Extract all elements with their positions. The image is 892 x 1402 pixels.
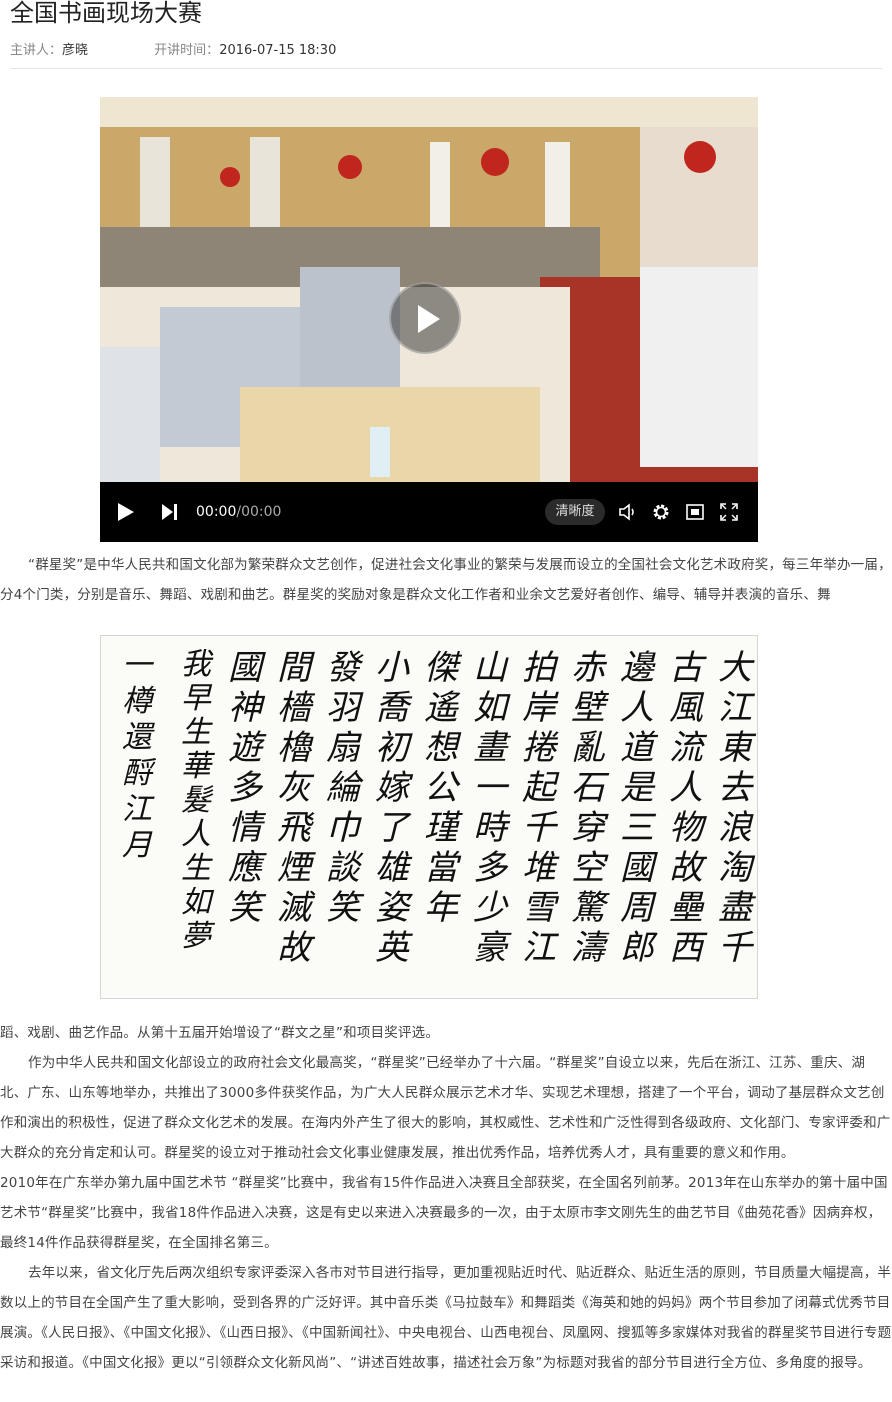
calligraphy-image: 大江東去浪淘盡千 古風流人物故壘西 邊人道是三國周郎 赤壁亂石穿空驚濤 拍岸捲起… [100, 635, 758, 999]
time-label: 开讲时间： [154, 43, 220, 58]
duration: /00:00 [236, 504, 282, 520]
calligraphy-column: 拍岸捲起千堆雪江 [522, 648, 556, 968]
article-paragraph: “群星奖”是中华人民共和国文化部为繁荣群众文艺创作，促进社会文化事业的繁荣与发展… [0, 557, 892, 603]
next-icon[interactable] [160, 503, 178, 521]
lecture-time: 2016-07-15 18:30 [219, 43, 337, 58]
calligraphy-column: 小喬初嫁了雄姿英 [375, 648, 409, 968]
calligraphy-column: 發羽扇綸巾談笑 [326, 648, 360, 928]
video-poster[interactable] [100, 97, 758, 482]
calligraphy-column: 山如畫一時多少豪 [473, 648, 507, 968]
lecture-meta: 主讲人：彦晓 开讲时间：2016-07-15 18:30 [10, 42, 336, 60]
picture-in-picture-icon[interactable] [684, 501, 706, 523]
article-paragraph: 去年以来，省文化厅先后两次组织专家评委深入各市对节目进行指导，更加重视贴近时代、… [0, 1265, 892, 1371]
speaker-name: 彦晓 [62, 43, 89, 58]
video-controls: 00:00/00:00 清晰度 [100, 482, 758, 542]
calligraphy-column: 古風流人物故壘西 [669, 648, 703, 968]
play-overlay-button[interactable] [389, 282, 461, 354]
gear-icon[interactable] [650, 501, 672, 523]
calligraphy-column: 傑遙想公瑾當年 [424, 648, 458, 928]
clarity-button[interactable]: 清晰度 [545, 499, 605, 525]
page-title: 全国书画现场大赛 [10, 0, 202, 27]
article-paragraph: 蹈、戏剧、曲艺作品。从第十五届开始增设了“群文之星”和项目奖评选。 [0, 1025, 440, 1041]
fullscreen-icon[interactable] [718, 501, 740, 523]
volume-icon[interactable] [617, 501, 639, 523]
time-display: 00:00/00:00 [196, 502, 281, 522]
calligraphy-column: 大江東去浪淘盡千 [718, 648, 752, 968]
article-paragraph: 作为中华人民共和国文化部设立的政府社会文化最高奖，“群星奖”已经举办了十六届。“… [0, 1055, 891, 1161]
calligraphy-column: 赤壁亂石穿空驚濤 [571, 648, 605, 968]
play-icon[interactable] [118, 503, 134, 521]
calligraphy-column: 一樽還酹江月 [122, 648, 152, 863]
calligraphy-column: 國神遊多情應笑 [228, 648, 262, 928]
calligraphy-column: 邊人道是三國周郎 [620, 648, 654, 968]
calligraphy-column: 間檣櫓灰飛煙滅故 [277, 648, 311, 968]
current-time: 00:00 [196, 504, 237, 520]
article-paragraph: 2010年在广东举办第九届中国艺术节 “群星奖”比赛中，我省有15件作品进入决赛… [0, 1175, 888, 1251]
speaker-label: 主讲人： [10, 43, 63, 58]
header-divider [10, 68, 882, 69]
calligraphy-column: 我早生華髮人生如夢 [181, 647, 211, 954]
video-player[interactable]: 00:00/00:00 清晰度 [100, 97, 758, 542]
play-icon [418, 305, 440, 333]
